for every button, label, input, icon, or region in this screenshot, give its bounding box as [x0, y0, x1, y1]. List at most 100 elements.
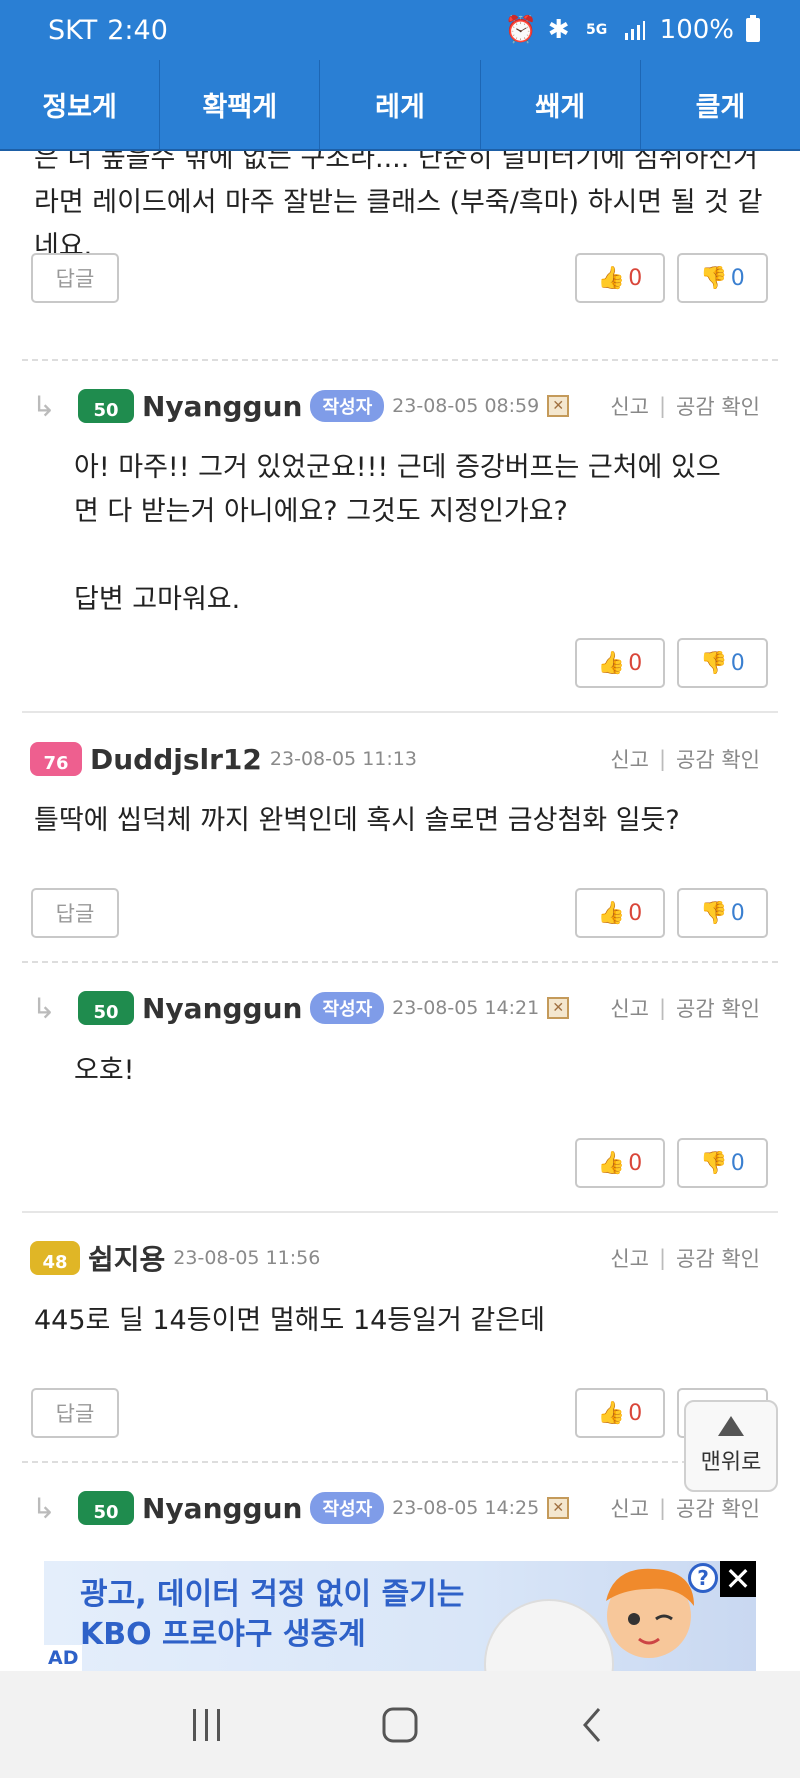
thumbs-up-icon: 👍 — [597, 1150, 626, 1176]
nickname[interactable]: Nyanggun — [142, 1492, 302, 1525]
author-tag: 작성자 — [310, 1492, 385, 1524]
divider — [22, 711, 778, 713]
thumbs-down-icon: 👎 — [700, 1150, 728, 1176]
divider — [22, 359, 778, 361]
comment-list: 은 더 높을수 밖에 없는 구조라.... 단순히 딜미터기에 심취하신거 라면… — [0, 151, 800, 1561]
comment-text: 아! 마주!! 그거 있었군요!!! 근데 증강버프는 근처에 있으면 다 받는… — [74, 452, 721, 615]
clock: 2:40 — [107, 14, 168, 46]
thumbs-up-icon: 👍 — [597, 650, 626, 676]
status-bar: SKT 2:40 ⏰ ✱ 5G 100% — [0, 0, 800, 60]
bluetooth-icon: ✱ — [547, 15, 570, 45]
home-button[interactable] — [370, 1700, 430, 1750]
tab-expansion[interactable]: 확팩게 — [160, 60, 321, 149]
comment-date: 23-08-05 11:13 — [269, 748, 417, 770]
ad-line-1: 광고, 데이터 걱정 없이 즐기는 — [80, 1577, 465, 1612]
ad-line-2: KBO 프로야구 생중계 — [80, 1617, 366, 1652]
signal-icon — [622, 17, 648, 43]
scroll-top-button[interactable]: 맨위로 — [684, 1400, 778, 1492]
sympathy-link[interactable]: 공감 확인 — [676, 391, 760, 421]
comment-date: 23-08-05 08:59 — [392, 395, 540, 417]
thumbs-up-icon: 👍 — [597, 265, 626, 291]
ad-info-icon[interactable]: ? — [688, 1563, 718, 1593]
sympathy-link[interactable]: 공감 확인 — [676, 1493, 760, 1523]
nickname[interactable]: Duddjslr12 — [90, 743, 262, 776]
sympathy-link[interactable]: 공감 확인 — [676, 993, 760, 1023]
sympathy-link[interactable]: 공감 확인 — [676, 744, 760, 774]
comment-actions: 신고 | 공감 확인 — [610, 739, 760, 779]
level-badge: 48 — [30, 1241, 80, 1275]
thumbs-down-icon: 👎 — [700, 265, 728, 291]
nickname[interactable]: Nyanggun — [142, 390, 302, 423]
comment-date: 23-08-05 11:56 — [173, 1247, 321, 1269]
comment-text: 오호! — [74, 1055, 135, 1086]
like-button[interactable]: 👍 0 — [575, 1138, 665, 1188]
reply-arrow-icon: ↳ — [32, 1491, 56, 1525]
ad-text: 광고, 데이터 걱정 없이 즐기는 KBO 프로야구 생중계 — [80, 1575, 464, 1655]
like-button[interactable]: 👍 0 — [575, 253, 665, 303]
author-tag: 작성자 — [310, 390, 385, 422]
reply-arrow-icon: ↳ — [32, 389, 56, 423]
tab-info[interactable]: 정보게 — [0, 60, 161, 149]
thumbs-up-icon: 👍 — [597, 900, 626, 926]
level-badge: 76 — [30, 742, 82, 776]
reply-button[interactable]: 답글 — [31, 888, 119, 938]
level-badge: 50 — [78, 991, 134, 1025]
back-button[interactable] — [563, 1700, 623, 1750]
dislike-button[interactable]: 👎 0 — [677, 888, 768, 938]
reply-button[interactable]: 답글 — [31, 1388, 119, 1438]
comment-meta: ↳ 50 Nyanggun 작성자 23-08-05 14:25 ✕ — [32, 1488, 570, 1528]
divider — [22, 961, 778, 963]
block-icon[interactable]: ✕ — [547, 1497, 570, 1519]
system-nav-bar — [0, 1671, 800, 1778]
recent-apps-icon — [192, 1708, 220, 1741]
comment-date: 23-08-05 14:21 — [392, 997, 540, 1019]
ad-banner[interactable]: 광고, 데이터 걱정 없이 즐기는 KBO 프로야구 생중계 ? ✕ AD — [44, 1561, 756, 1671]
ad-close-icon[interactable]: ✕ — [720, 1561, 756, 1598]
recent-apps-button[interactable] — [177, 1700, 237, 1750]
report-link[interactable]: 신고 — [610, 993, 649, 1023]
sympathy-link[interactable]: 공감 확인 — [676, 1243, 760, 1273]
tab-class[interactable]: 클게 — [641, 60, 800, 149]
back-icon — [583, 1707, 601, 1742]
block-icon[interactable]: ✕ — [547, 997, 570, 1019]
like-button[interactable]: 👍 0 — [575, 638, 665, 688]
alarm-icon: ⏰ — [504, 15, 537, 45]
tab-wedge[interactable]: 쐐게 — [481, 60, 641, 149]
arrow-up-icon — [718, 1416, 744, 1436]
comment-meta: ↳ 50 Nyanggun 작성자 23-08-05 08:59 ✕ — [32, 386, 570, 426]
comment-meta: 76 Duddjslr12 23-08-05 11:13 — [30, 739, 417, 779]
thumbs-up-icon: 👍 — [597, 1400, 626, 1426]
block-icon[interactable]: ✕ — [547, 395, 570, 417]
carrier: SKT — [48, 14, 98, 46]
thumbs-down-icon: 👎 — [700, 650, 728, 676]
comment-actions: 신고 | 공감 확인 — [610, 1238, 760, 1278]
nickname[interactable]: Nyanggun — [142, 992, 302, 1025]
dislike-button[interactable]: 👎 0 — [677, 638, 768, 688]
dislike-button[interactable]: 👎 0 — [677, 253, 768, 303]
home-icon — [382, 1707, 418, 1742]
network-icon: 5G — [586, 22, 608, 38]
like-button[interactable]: 👍 0 — [575, 1388, 665, 1438]
reply-button[interactable]: 답글 — [31, 253, 119, 303]
comment-meta: 48 쉽지용 23-08-05 11:56 — [30, 1238, 320, 1278]
report-link[interactable]: 신고 — [610, 1493, 649, 1523]
comment-actions: 신고 | 공감 확인 — [610, 386, 760, 426]
report-link[interactable]: 신고 — [610, 391, 649, 421]
nickname[interactable]: 쉽지용 — [88, 1238, 165, 1278]
level-badge: 50 — [78, 389, 134, 423]
comment-date: 23-08-05 14:25 — [392, 1497, 540, 1519]
comment-text: 틀딱에 씹덕체 까지 완벽인데 혹시 솔로면 금상첨화 일듯? — [34, 805, 680, 836]
like-button[interactable]: 👍 0 — [575, 888, 665, 938]
report-link[interactable]: 신고 — [610, 744, 649, 774]
battery-icon — [746, 15, 760, 42]
tab-raid[interactable]: 레게 — [320, 60, 481, 149]
comment-actions: 신고 | 공감 확인 — [610, 1488, 760, 1528]
author-tag: 작성자 — [310, 992, 385, 1024]
dislike-button[interactable]: 👎 0 — [677, 1138, 768, 1188]
level-badge: 50 — [78, 1491, 134, 1525]
report-link[interactable]: 신고 — [610, 1243, 649, 1273]
comment-actions: 신고 | 공감 확인 — [610, 988, 760, 1028]
comment-meta: ↳ 50 Nyanggun 작성자 23-08-05 14:21 ✕ — [32, 988, 570, 1028]
board-tab-bar: 정보게 확팩게 레게 쐐게 클게 — [0, 60, 800, 151]
comment-text: 445로 딜 14등이면 멀해도 14등일거 같은데 — [34, 1305, 545, 1336]
